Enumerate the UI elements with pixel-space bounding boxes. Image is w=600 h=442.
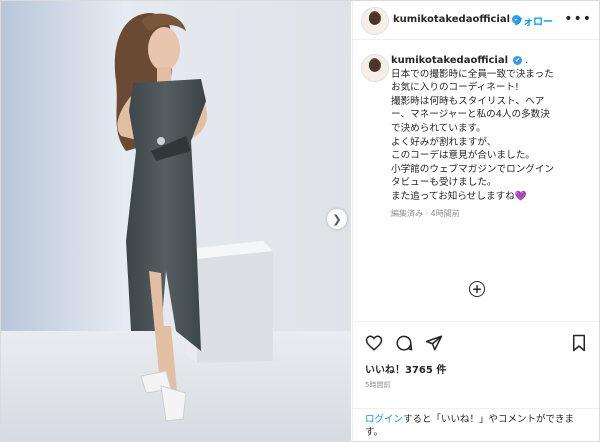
post-header: kumikotakedaofficial ✔ フォロー •••: [353, 1, 599, 40]
edit-meta: 編集済み · 4時間前: [391, 208, 460, 218]
caption-line-1: 日本での撮影時に全員一致で決まった: [391, 68, 554, 80]
heart-icon[interactable]: [365, 334, 383, 352]
caption-line-6: よく好みが割れますが、: [391, 136, 497, 148]
verified-badge-icon: ✔: [513, 55, 523, 65]
photo-illustration: [1, 1, 351, 441]
caption-last-line: また追ってお知らせしますね: [391, 190, 515, 202]
post-side-panel: kumikotakedaofficial ✔ フォロー ••• kumikotak…: [352, 1, 599, 441]
caption-username[interactable]: kumikotakedaofficial: [391, 55, 508, 66]
avatar[interactable]: [361, 7, 389, 35]
instagram-post-embed: ❯ kumikotakedaofficial ✔ フォロー ••• kumikot…: [0, 0, 600, 442]
post-timestamp[interactable]: 5時間前: [365, 380, 390, 390]
follow-button[interactable]: フォロー: [513, 13, 553, 28]
comment-icon[interactable]: [395, 334, 413, 352]
caption-avatar[interactable]: [361, 54, 389, 82]
chevron-right-icon[interactable]: ❯: [327, 209, 347, 229]
caption-area: kumikotakedaofficial ✔ . 日本での撮影時に全員一致で決まっ…: [353, 46, 599, 301]
caption-line: kumikotakedaofficial ✔ .: [391, 54, 591, 68]
caption-text: kumikotakedaofficial ✔ . 日本での撮影時に全員一致で決まっ…: [391, 54, 591, 220]
bookmark-icon[interactable]: [570, 334, 588, 352]
caption-line-10: また追ってお知らせしますね💜: [391, 190, 591, 204]
caption-line-2: お気に入りのコーディネート!: [391, 82, 519, 94]
login-prompt: ログインすると「いいね！」やコメントができます。: [353, 408, 599, 441]
caption-line-4: ー、マネージャーと私の4人の多数決: [391, 109, 550, 121]
share-icon[interactable]: [425, 334, 443, 352]
caption-line-9: タビューも受けました。: [391, 177, 497, 189]
more-icon[interactable]: •••: [564, 11, 592, 27]
caption-line-5: で決められています。: [391, 122, 486, 134]
username-text: kumikotakedaofficial: [393, 14, 511, 25]
post-photo[interactable]: ❯: [1, 1, 351, 441]
action-bar: いいね！3765 件 5時間前 ログインすると「いいね！」やコメントができます。: [353, 321, 599, 441]
purple-heart-icon: 💜: [514, 190, 527, 202]
login-link[interactable]: ログイン: [365, 414, 403, 425]
caption-line-8: 小学館のウェブマガジンでロングイン: [391, 163, 555, 175]
like-count[interactable]: いいね！3765 件: [365, 361, 446, 376]
username-link[interactable]: kumikotakedaofficial ✔: [393, 14, 522, 25]
caption-line-7: このコーデは意見が合いました。: [391, 150, 535, 162]
caption-line-0: .: [525, 55, 529, 66]
plus-circle-icon[interactable]: +: [469, 281, 485, 297]
caption-line-3: 撮影時は何時もスタイリスト、ヘア: [391, 95, 545, 107]
